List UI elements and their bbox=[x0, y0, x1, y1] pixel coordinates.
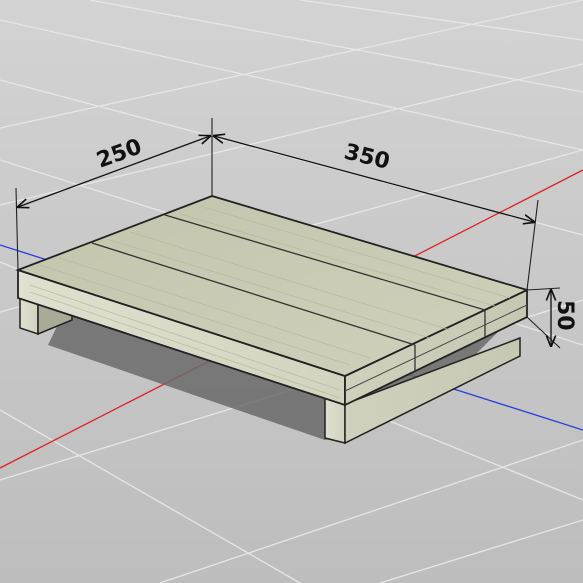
dim-label-50: 50 bbox=[552, 300, 577, 331]
cad-viewport[interactable]: 250 350 50 bbox=[0, 0, 583, 583]
